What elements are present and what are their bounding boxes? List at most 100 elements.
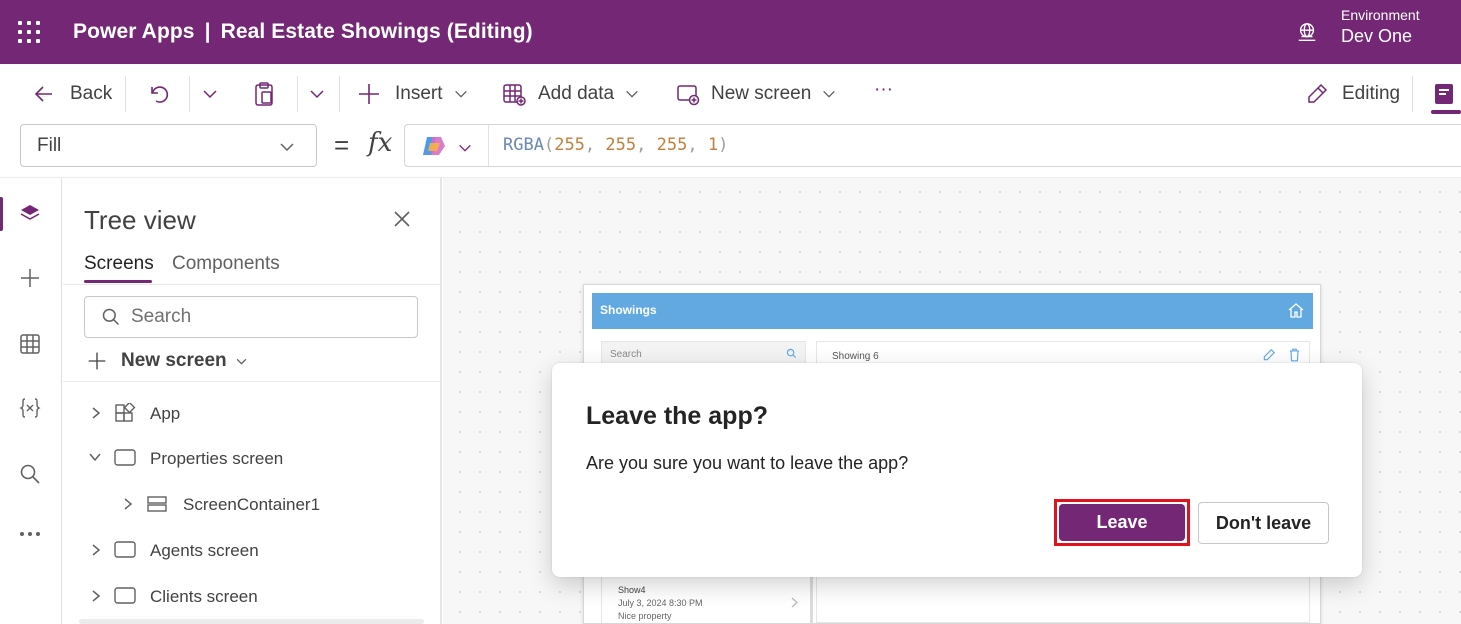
preview-detail-title: Showing 6: [832, 351, 879, 362]
screen-icon: [114, 587, 136, 604]
chevron-right-icon[interactable]: [90, 543, 102, 557]
more-commands-button[interactable]: ···: [874, 76, 893, 104]
preview-list-item[interactable]: Show4 July 3, 2024 8:30 PM Nice property: [601, 585, 801, 624]
chevron-right-icon[interactable]: [90, 406, 102, 420]
environment-icon[interactable]: [1296, 21, 1318, 43]
new-screen-button[interactable]: New screen: [676, 80, 837, 108]
environment-label: Environment: [1341, 7, 1420, 23]
chevron-down-icon: [280, 143, 294, 152]
clipboard-icon: [255, 82, 273, 106]
undo-button[interactable]: [147, 80, 171, 108]
undo-icon: [151, 86, 169, 103]
add-data-label: Add data: [538, 83, 615, 104]
data-table-icon[interactable]: [18, 332, 42, 356]
environment-name[interactable]: Dev One: [1341, 26, 1412, 47]
formula-arg: 255: [605, 135, 637, 155]
dialog-title: Leave the app?: [586, 402, 768, 430]
formula-bar: Fill = fx RGBA(255, 255, 255, 1): [0, 124, 1461, 178]
tree-new-screen-button[interactable]: New screen: [87, 348, 248, 374]
tree-item-clients-screen[interactable]: Clients screen: [63, 576, 440, 616]
tree-view-panel: Tree view Screens Components New screen …: [63, 178, 442, 624]
preview-item-note: Nice property: [618, 611, 672, 621]
undo-dropdown-button[interactable]: [201, 80, 219, 108]
tab-screens[interactable]: Screens: [84, 253, 154, 275]
leave-button[interactable]: Leave: [1059, 504, 1185, 541]
formula-function: RGBA: [503, 135, 544, 155]
variables-icon[interactable]: [18, 396, 42, 420]
leave-app-dialog: Leave the app? Are you sure you want to …: [552, 363, 1362, 577]
dont-leave-button[interactable]: Don't leave: [1198, 502, 1329, 544]
preview-header-title: Showings: [600, 303, 657, 317]
formula-arg: 255: [656, 135, 688, 155]
add-data-button[interactable]: Add data: [502, 80, 640, 108]
tree-item-properties-screen[interactable]: Properties screen: [63, 438, 440, 478]
app-launcher-icon[interactable]: [18, 21, 40, 43]
fx-icon[interactable]: fx: [368, 128, 392, 158]
plus-icon[interactable]: [18, 266, 42, 290]
formula-arg: 1: [707, 135, 719, 155]
app-header: Power Apps | Real Estate Showings (Editing…: [0, 0, 1461, 64]
table-add-icon: [503, 84, 526, 106]
product-name[interactable]: Power Apps: [73, 20, 195, 43]
chevron-right-icon[interactable]: [122, 497, 134, 511]
chevron-down-icon: [823, 90, 836, 98]
preview-search-placeholder: Search: [610, 349, 642, 360]
document-title: Real Estate Showings (Editing): [220, 20, 533, 43]
notebook-icon: [1435, 84, 1453, 104]
dialog-message: Are you sure you want to leave the app?: [586, 453, 909, 473]
title-separator: |: [204, 20, 211, 43]
tree-item-label: Agents screen: [150, 541, 259, 560]
tree-item-agents-screen[interactable]: Agents screen: [63, 530, 440, 570]
search-icon: [786, 348, 797, 359]
editing-label: Editing: [1342, 83, 1401, 104]
tab-components[interactable]: Components: [172, 253, 280, 275]
tree-search-input[interactable]: [131, 306, 401, 328]
tree-item-screencontainer1[interactable]: ScreenContainer1: [63, 484, 440, 524]
formula-input[interactable]: RGBA(255, 255, 255, 1): [404, 124, 1461, 167]
chevron-right-icon[interactable]: [90, 589, 102, 603]
layers-icon[interactable]: [18, 202, 42, 226]
tree-scrollbar[interactable]: [79, 619, 424, 624]
equals-sign: =: [334, 130, 350, 160]
formula-text: RGBA(255, 255, 255, 1): [503, 135, 729, 155]
home-icon[interactable]: [1287, 302, 1305, 319]
chevron-down-icon: [310, 90, 324, 99]
property-dropdown[interactable]: Fill: [20, 124, 317, 167]
paste-button[interactable]: [252, 80, 276, 108]
chevron-down-icon[interactable]: [457, 140, 473, 156]
copilot-icon[interactable]: [421, 134, 447, 158]
search-icon: [102, 308, 120, 326]
search-icon[interactable]: [18, 462, 42, 486]
more-icon[interactable]: [18, 522, 42, 546]
close-icon[interactable]: [393, 210, 411, 228]
trash-icon[interactable]: [1288, 348, 1301, 362]
editing-mode-button[interactable]: Editing: [1305, 80, 1400, 108]
preview-item-title: Show4: [618, 585, 646, 595]
active-indicator: [1431, 110, 1461, 114]
pencil-icon[interactable]: [1262, 348, 1276, 362]
preview-header: Showings: [592, 293, 1313, 329]
tree-item-app[interactable]: App: [63, 393, 440, 433]
new-screen-label: New screen: [711, 83, 812, 104]
plus-icon: [88, 352, 106, 370]
chevron-down-icon: [626, 90, 638, 98]
plus-icon: [359, 84, 379, 104]
tree-view-title: Tree view: [84, 205, 196, 235]
notes-button[interactable]: [1433, 80, 1455, 108]
arrow-left-icon: [34, 86, 52, 102]
insert-button[interactable]: Insert: [357, 80, 469, 108]
rail-active-indicator: [0, 197, 3, 231]
paste-dropdown-button[interactable]: [308, 80, 326, 108]
container-icon: [147, 496, 167, 512]
new-screen-label: New screen: [121, 350, 227, 371]
chevron-down-icon: [236, 358, 246, 365]
chevron-right-icon: [791, 597, 798, 608]
chevron-down-icon[interactable]: [88, 451, 102, 463]
left-rail: [0, 178, 62, 624]
highlight-box: Leave: [1054, 499, 1190, 546]
property-value: Fill: [37, 134, 62, 156]
back-button[interactable]: Back: [32, 80, 112, 108]
preview-item-date: July 3, 2024 8:30 PM: [618, 598, 703, 608]
screen-icon: [114, 541, 136, 558]
chevron-down-icon: [203, 90, 217, 99]
